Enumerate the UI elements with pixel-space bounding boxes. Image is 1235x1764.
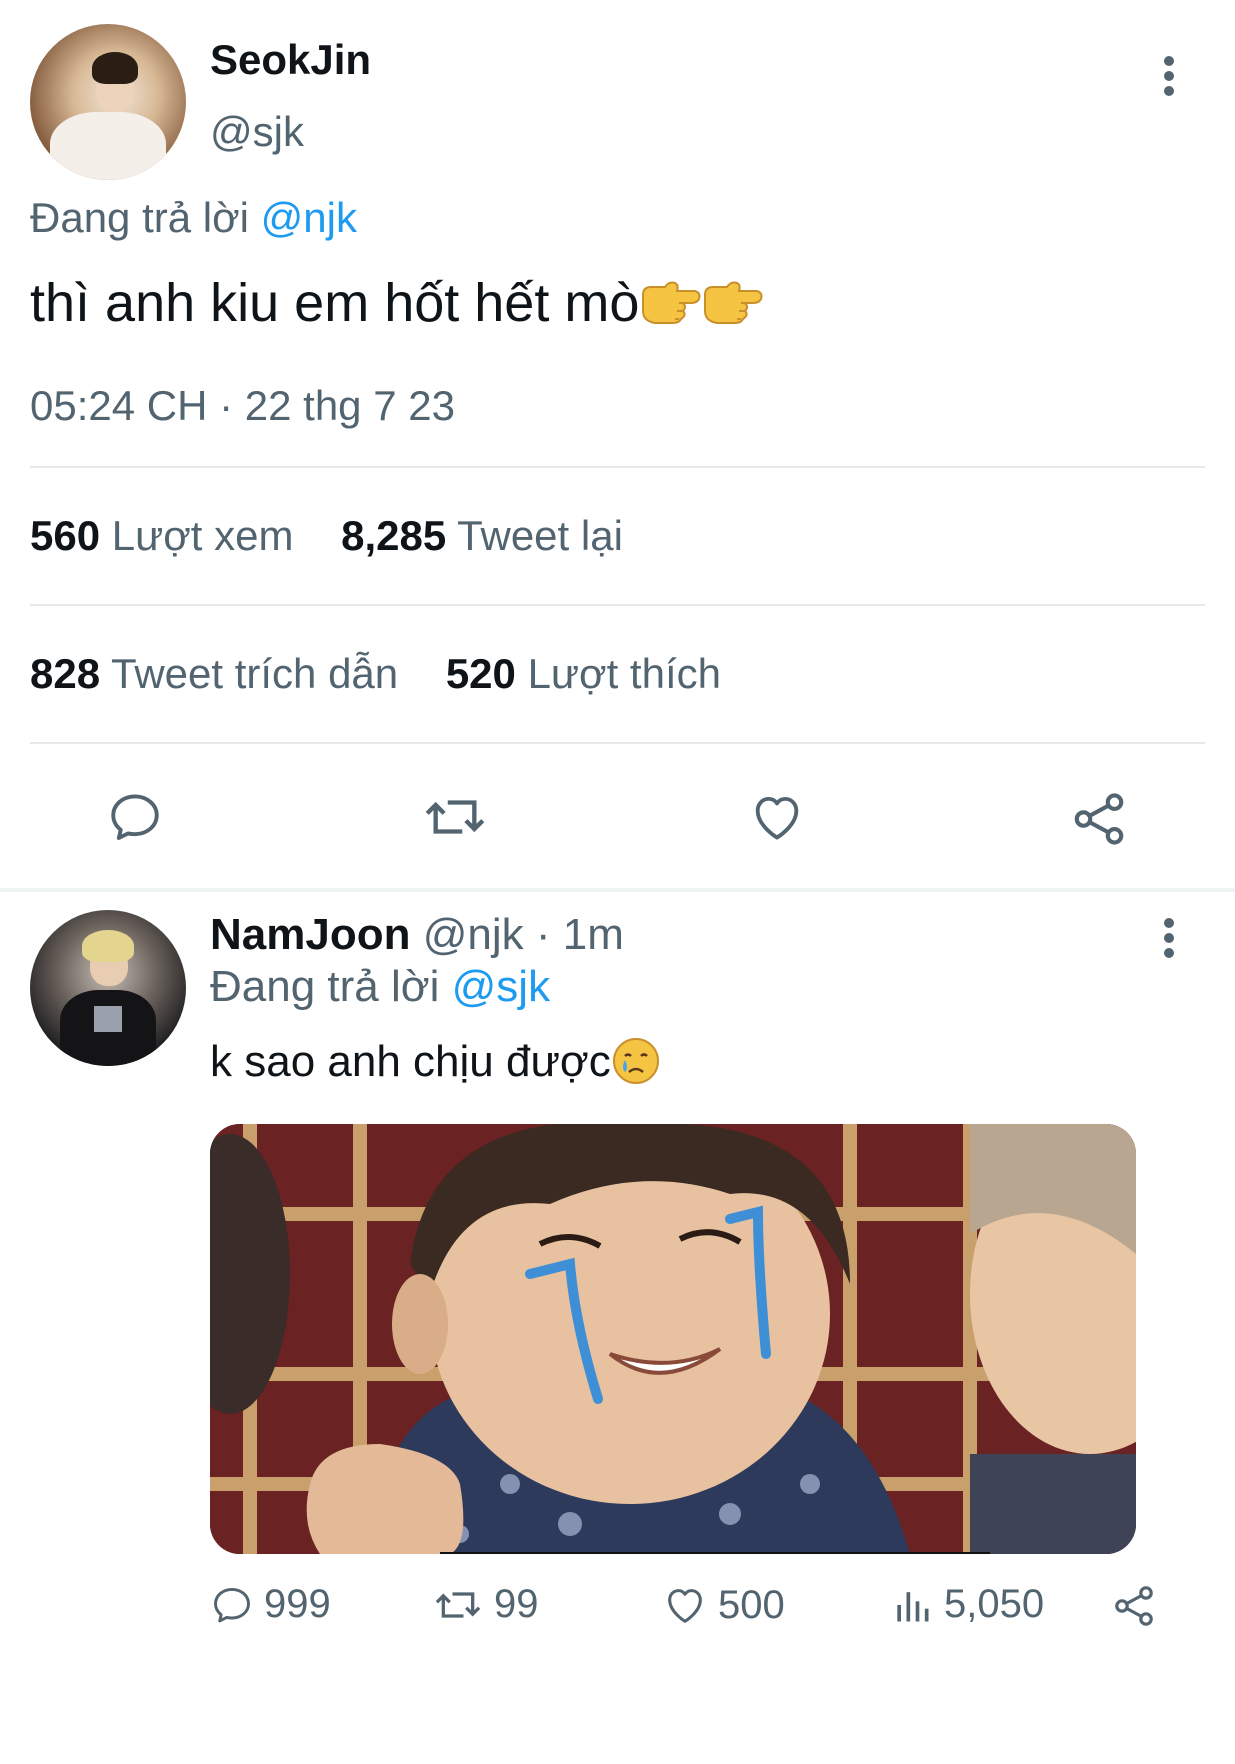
analytics-icon: [897, 1591, 929, 1621]
main-tweet: SeokJin @sjk Đang trả lời @njk thì anh k…: [0, 0, 1235, 888]
tweet-timestamp[interactable]: 05:24 CH · 22 thg 7 23: [30, 382, 455, 430]
more-options-icon[interactable]: [1164, 56, 1176, 101]
tweet-text-body: thì anh kiu em hốt hết mò: [30, 273, 640, 333]
reply-count: 999: [264, 1582, 331, 1626]
like-count: 500: [718, 1582, 785, 1627]
tweet-text: thì anh kiu em hốt hết mò: [30, 272, 763, 334]
views-count: 5,050: [944, 1582, 1045, 1626]
divider: [30, 742, 1205, 744]
reply-time[interactable]: 1m: [563, 910, 624, 959]
reply-author-display-name[interactable]: NamJoon: [210, 910, 410, 959]
avatar-hair: [82, 930, 134, 962]
retweets-label: Tweet lại: [457, 512, 623, 559]
reply-icon[interactable]: [106, 788, 164, 846]
reply-author-handle[interactable]: @njk: [423, 910, 524, 959]
meta-separator: ·: [523, 910, 563, 959]
replying-to-prefix: Đang trả lời: [30, 194, 249, 241]
retweets-count: 8,285: [341, 512, 447, 559]
replying-to: Đang trả lời @njk: [30, 194, 357, 242]
crying-face-emoji-icon: [612, 1038, 659, 1084]
reply-action-views[interactable]: 5,050: [890, 1582, 1044, 1627]
reply-icon: [214, 1587, 250, 1622]
reply-action-reply[interactable]: 999: [210, 1582, 331, 1627]
likes-stat[interactable]: 520 Lượt thích: [446, 650, 721, 697]
share-icon[interactable]: [1068, 788, 1130, 850]
likes-count: 520: [445, 650, 516, 697]
reply-text-body: k sao anh chịu được: [210, 1037, 611, 1086]
author-display-name[interactable]: SeokJin: [210, 36, 371, 84]
like-icon[interactable]: [748, 788, 806, 846]
divider: [30, 604, 1205, 606]
tweet-media-photo[interactable]: [210, 1124, 1136, 1554]
reply-action-like[interactable]: 500: [662, 1582, 785, 1628]
reply-author-avatar[interactable]: [30, 910, 186, 1066]
author-avatar[interactable]: [30, 24, 186, 180]
divider: [30, 466, 1205, 468]
author-handle[interactable]: @sjk: [210, 108, 304, 156]
avatar-shirt-print: [94, 1006, 122, 1032]
like-icon: [668, 1589, 702, 1623]
pointing-right-emoji-icon: [704, 281, 763, 324]
media-illustration: [210, 1124, 1136, 1554]
replying-to-handle-link[interactable]: @sjk: [452, 962, 550, 1011]
views-label: Lượt xem: [111, 512, 294, 559]
reply-action-share[interactable]: [1110, 1582, 1168, 1630]
quotes-label: Tweet trích dẫn: [111, 650, 399, 697]
avatar-hair: [92, 52, 138, 84]
retweet-count: 99: [494, 1582, 539, 1626]
retweet-icon[interactable]: [420, 788, 490, 846]
share-icon: [1115, 1586, 1153, 1626]
quotes-stat[interactable]: 828 Tweet trích dẫn: [30, 650, 398, 697]
reply-text: k sao anh chịu được: [210, 1036, 661, 1087]
replying-to-prefix: Đang trả lời: [210, 962, 440, 1011]
reply-header: NamJoon @njk · 1m: [210, 910, 624, 960]
retweets-stat[interactable]: 8,285 Tweet lại: [341, 512, 623, 559]
stats-row-views-retweets: 560 Lượt xem 8,285 Tweet lại: [30, 512, 659, 560]
replying-to-handle-link[interactable]: @njk: [261, 194, 357, 241]
replying-to: Đang trả lời @sjk: [210, 962, 550, 1012]
avatar-shirt: [50, 112, 166, 180]
views-count: 560: [30, 512, 101, 559]
pointing-right-emoji-icon: [642, 281, 701, 324]
reply-action-bar: 999 99 500 5,050: [0, 1582, 1235, 1692]
likes-label: Lượt thích: [527, 650, 721, 697]
retweet-icon: [435, 1591, 481, 1618]
reply-action-retweet[interactable]: 99: [432, 1582, 539, 1627]
stats-row-quotes-likes: 828 Tweet trích dẫn 520 Lượt thích: [30, 650, 757, 698]
views-stat[interactable]: 560 Lượt xem: [30, 512, 293, 559]
reply-tweet[interactable]: NamJoon @njk · 1m Đang trả lời @sjk k sa…: [0, 892, 1235, 1764]
more-options-icon[interactable]: [1164, 918, 1176, 963]
quotes-count: 828: [30, 650, 101, 697]
